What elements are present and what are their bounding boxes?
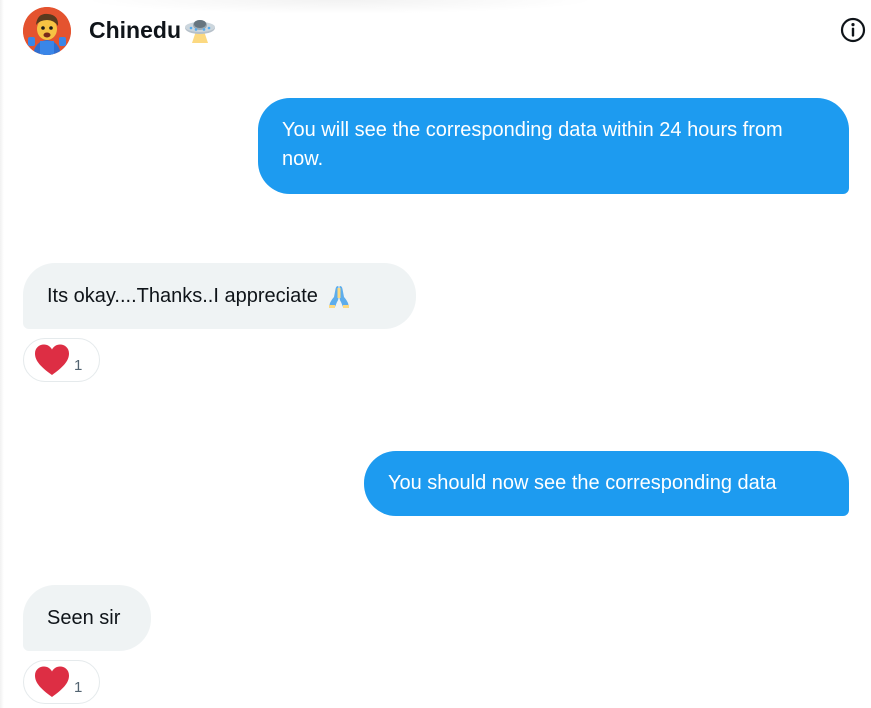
- message-bubble-outgoing[interactable]: You should now see the corresponding dat…: [364, 451, 849, 516]
- message-bubble-incoming[interactable]: Its okay....Thanks..I appreciate: [23, 263, 416, 329]
- reaction-count: 1: [74, 678, 83, 696]
- message-text: Its okay....Thanks..I appreciate: [47, 284, 318, 307]
- left-edge-shadow: [0, 0, 4, 708]
- message-bubble-incoming[interactable]: Seen sir: [23, 585, 151, 651]
- dm-conversation: Chinedu You will see the corresponding d…: [0, 0, 871, 708]
- avatar-image: [23, 7, 71, 55]
- heart-icon: [35, 666, 69, 697]
- info-icon: [840, 17, 866, 43]
- reaction-heart[interactable]: 1: [23, 660, 100, 704]
- contact-name-text: Chinedu: [89, 16, 181, 43]
- heart-icon: [35, 344, 69, 375]
- avatar[interactable]: [23, 7, 71, 55]
- message-text: Seen sir: [47, 606, 121, 629]
- folded-hands-icon: [328, 286, 349, 308]
- reaction-heart[interactable]: 1: [23, 338, 100, 382]
- ufo-icon: [185, 20, 215, 43]
- info-button[interactable]: [839, 16, 867, 44]
- contact-name[interactable]: Chinedu: [89, 16, 217, 44]
- message-text: You will see the corresponding data with…: [282, 119, 783, 170]
- reaction-count: 1: [74, 356, 83, 374]
- conversation-header: Chinedu: [0, 0, 871, 64]
- message-text: You should now see the corresponding dat…: [388, 472, 777, 494]
- message-bubble-outgoing[interactable]: You will see the corresponding data with…: [258, 98, 849, 194]
